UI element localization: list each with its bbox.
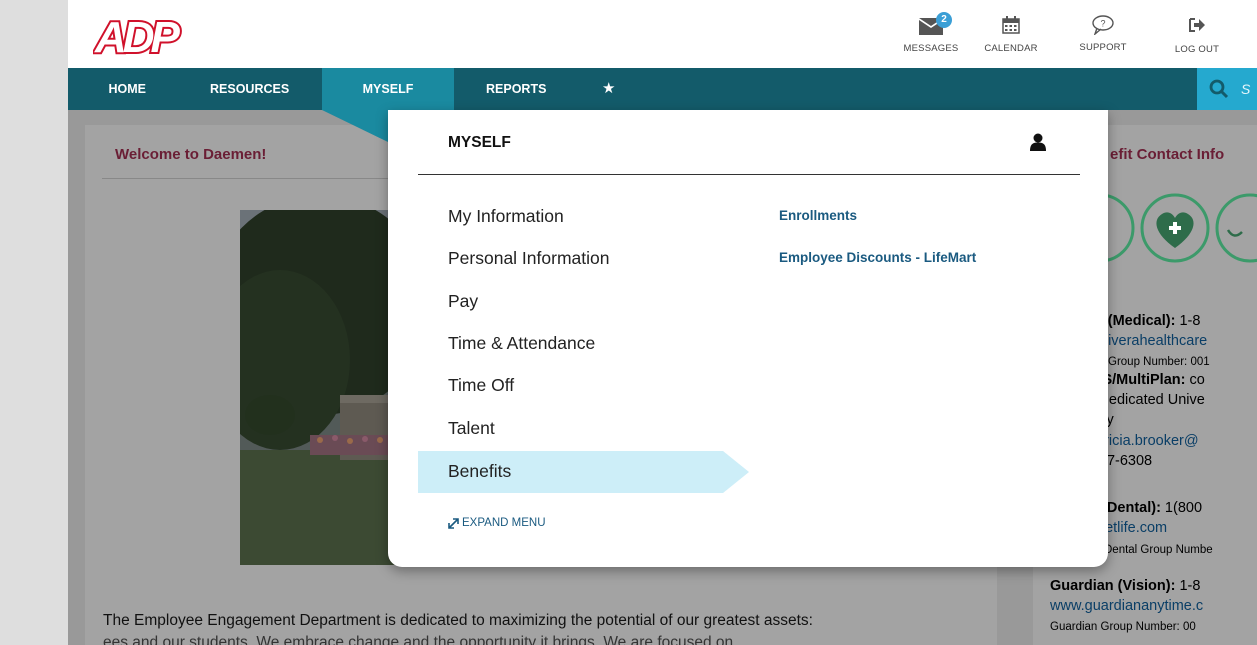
calendar-button[interactable]: CALENDAR <box>976 14 1046 62</box>
body-paragraph-line-2: ees and our students. We embrace change … <box>103 634 734 645</box>
vision-glasses-icon <box>1215 193 1257 263</box>
menu-item-time-off[interactable]: Time Off <box>448 375 514 396</box>
search-box[interactable]: S <box>1197 68 1257 110</box>
main-nav: HOME RESOURCES MYSELF REPORTS ★ S <box>68 68 1257 110</box>
expand-menu-link[interactable]: EXPAND MENU <box>448 517 546 529</box>
welcome-heading: Welcome to Daemen! <box>115 146 267 163</box>
contact-group-number: Dental Group Numbe <box>1104 544 1213 556</box>
support-label: SUPPORT <box>1079 42 1127 53</box>
messages-button[interactable]: 2 MESSAGES <box>896 12 966 62</box>
contact-group-number: Group Number: 001 <box>1108 356 1210 368</box>
active-item-arrow <box>723 451 749 493</box>
header: ADP ADP 2 MESSAGES CALENDAR ? SUPPORT LO… <box>68 0 1257 68</box>
messages-count-badge: 2 <box>936 12 952 28</box>
calendar-icon <box>1002 16 1020 34</box>
menu-item-pay[interactable]: Pay <box>448 291 478 312</box>
search-icon <box>1209 79 1229 99</box>
favorites-star-icon[interactable]: ★ <box>602 68 615 110</box>
contact-text: r dedicated Unive <box>1092 392 1205 408</box>
body-paragraph-line-1: The Employee Engagement Department is de… <box>103 612 813 629</box>
left-gutter <box>0 0 68 645</box>
menu-item-benefits[interactable]: Benefits <box>448 461 511 482</box>
nav-resources[interactable]: RESOURCES <box>210 68 289 110</box>
adp-logo[interactable]: ADP ADP <box>93 12 203 60</box>
messages-label: MESSAGES <box>903 43 959 54</box>
nav-myself[interactable]: MYSELF <box>322 68 454 110</box>
contact-link[interactable]: www.guardiananytime.c <box>1050 598 1203 614</box>
menu-item-time-attendance[interactable]: Time & Attendance <box>448 333 595 354</box>
svg-text:?: ? <box>1100 19 1105 29</box>
calendar-label: CALENDAR <box>984 43 1038 54</box>
logout-label: LOG OUT <box>1174 44 1220 55</box>
menu-item-my-information[interactable]: My Information <box>448 206 564 227</box>
nav-home[interactable]: HOME <box>68 68 147 110</box>
support-bubble-icon: ? <box>1092 15 1114 35</box>
logout-button[interactable]: LOG OUT <box>1162 14 1232 62</box>
contact-link[interactable]: niverahealthcare <box>1100 333 1207 349</box>
submenu-enrollments[interactable]: Enrollments <box>779 208 857 223</box>
submenu-employee-discounts[interactable]: Employee Discounts - LifeMart <box>779 250 976 265</box>
person-icon <box>1030 133 1046 151</box>
contact-group-number: Guardian Group Number: 00 <box>1050 621 1196 633</box>
menu-item-talent[interactable]: Talent <box>448 418 495 439</box>
nav-reports[interactable]: REPORTS <box>486 68 546 110</box>
support-button[interactable]: ? SUPPORT <box>1068 14 1138 62</box>
adp-logo-text-inner: ADP <box>94 13 181 60</box>
expand-arrows-icon <box>448 517 459 529</box>
benefit-icons-row <box>1100 193 1257 263</box>
search-placeholder: S <box>1241 81 1251 97</box>
contact-line: Guardian (Vision): 1-8 <box>1050 578 1201 594</box>
benefit-contact-heading: efit Contact Info <box>1110 146 1225 163</box>
dropdown-title: MYSELF <box>448 134 511 151</box>
menu-item-personal-information[interactable]: Personal Information <box>448 248 609 269</box>
dropdown-divider <box>418 174 1080 175</box>
logout-icon <box>1189 18 1205 32</box>
contact-line: CS/MultiPlan: co <box>1092 372 1205 388</box>
expand-menu-label: EXPAND MENU <box>462 517 546 529</box>
